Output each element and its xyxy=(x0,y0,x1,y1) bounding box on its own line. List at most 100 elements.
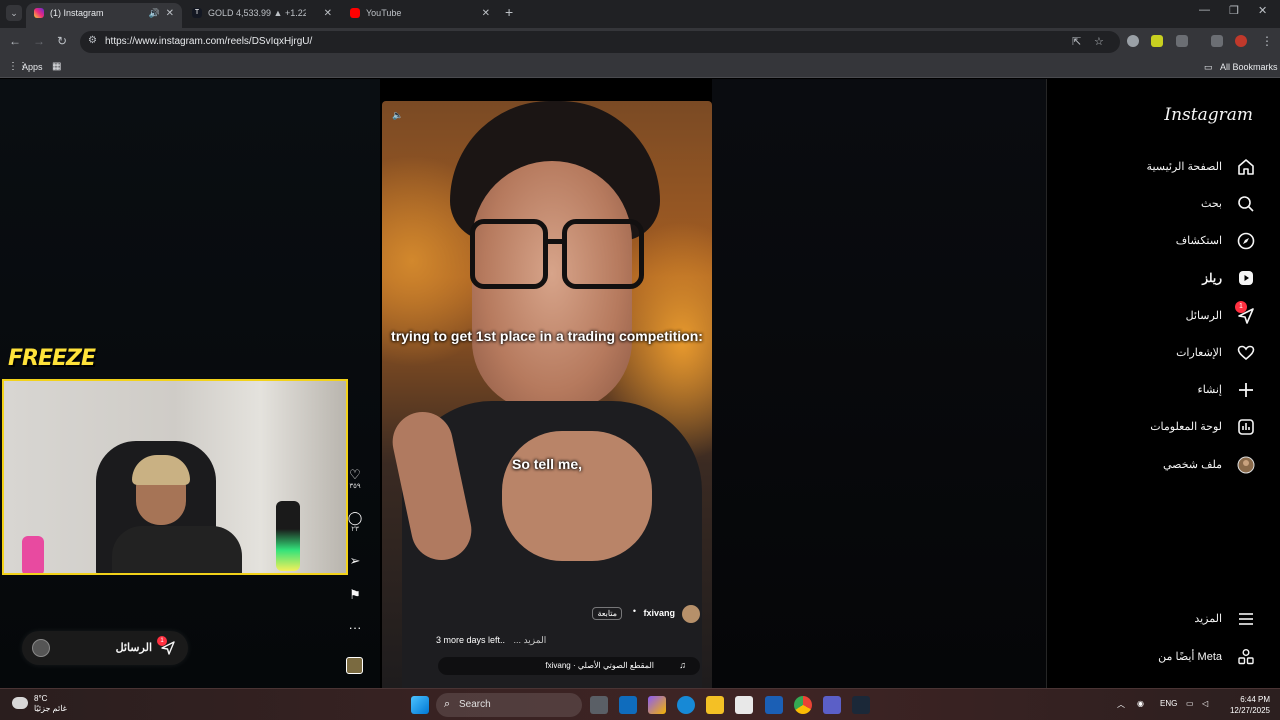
tab-youtube[interactable]: YouTube ✕ xyxy=(342,3,498,28)
sidebar-item-explore[interactable]: استكشاف xyxy=(1056,230,1256,252)
language-indicator[interactable]: ENG xyxy=(1160,699,1177,708)
tray-expand-icon[interactable]: ︿ xyxy=(1117,699,1125,710)
sidebar-item-profile[interactable]: ملف شخصي xyxy=(1056,454,1256,476)
site-info-icon[interactable]: ⚙ xyxy=(88,35,97,46)
all-bookmarks[interactable]: All Bookmarks xyxy=(1220,62,1278,72)
minimize-button[interactable]: — xyxy=(1199,4,1210,16)
save-button[interactable]: ⚑ xyxy=(344,587,366,603)
copilot-icon[interactable] xyxy=(648,696,666,714)
weather-temp: 8°C xyxy=(34,694,48,703)
audio-toggle-icon[interactable]: 🔈 xyxy=(392,110,406,124)
search-icon: ⌕ xyxy=(444,698,451,710)
sidebar-item-label: لوحة المعلومات xyxy=(1150,421,1222,433)
tab-close-icon[interactable]: ✕ xyxy=(482,3,490,24)
sidebar-item-label: أيضًا من Meta xyxy=(1158,651,1222,663)
ellipsis-icon: ··· xyxy=(348,620,362,635)
outlook-icon[interactable] xyxy=(619,696,637,714)
new-tab-button[interactable]: + xyxy=(505,4,513,20)
plus-icon xyxy=(1236,380,1256,400)
discord-tray-icon[interactable]: ◉ xyxy=(1137,699,1144,708)
address-bar[interactable]: ⚙ https://www.instagram.com/reels/DSvIqx… xyxy=(80,31,1120,53)
sidebar-item-notifications[interactable]: الإشعارات xyxy=(1056,342,1256,364)
sidebar-item-create[interactable]: إنشاء xyxy=(1056,379,1256,401)
bookmark-star-icon[interactable]: ☆ xyxy=(1094,35,1104,48)
volume-icon[interactable]: ◁ xyxy=(1202,699,1208,708)
security-shield-icon[interactable] xyxy=(765,696,783,714)
tab-instagram[interactable]: (1) Instagram 🔊 ✕ xyxy=(26,3,182,28)
search-icon xyxy=(1236,194,1256,214)
forward-button[interactable]: → xyxy=(33,34,45,48)
sidebar-item-search[interactable]: بحث xyxy=(1056,193,1256,215)
sidebar-item-label: الإشعارات xyxy=(1176,347,1222,359)
windows-taskbar: 8°C غائم جزئيًا ⌕ Search ︿ ◉ ENG ▭ ◁ 6:4… xyxy=(0,688,1280,720)
start-windows-icon[interactable] xyxy=(411,696,429,714)
system-clock[interactable]: 6:44 PM 12/27/2025 xyxy=(1230,694,1270,716)
taskbar-search-label: Search xyxy=(459,699,491,710)
notification-badge: 1 xyxy=(1235,301,1247,313)
author-avatar[interactable] xyxy=(682,605,700,623)
reload-button[interactable]: ↻ xyxy=(57,34,67,48)
steam-icon[interactable] xyxy=(852,696,870,714)
tab-close-icon[interactable]: ✕ xyxy=(166,3,174,24)
streamer-body xyxy=(112,526,242,573)
audio-track-pill[interactable]: fxivang · المقطع الصوتي الأصلي ♫ xyxy=(438,657,700,675)
sidebar-item-more[interactable]: المزيد xyxy=(1056,608,1256,630)
weather-widget[interactable]: 8°C غائم جزئيًا xyxy=(34,694,67,714)
sidebar-item-label: المزيد xyxy=(1194,613,1222,625)
task-view-icon[interactable] xyxy=(590,696,608,714)
back-button[interactable]: ← xyxy=(9,34,21,48)
sidebar-item-home[interactable]: الصفحة الرئيسية xyxy=(1056,156,1256,178)
restore-button[interactable]: ❐ xyxy=(1229,4,1239,17)
streamer-logo: FREEZE xyxy=(8,346,96,371)
taskbar-search[interactable]: ⌕ Search xyxy=(436,693,582,717)
media-controls-icon[interactable] xyxy=(1211,35,1223,47)
messages-floating-button[interactable]: الرسائل 1 xyxy=(22,631,188,665)
sidebar-item-dashboard[interactable]: لوحة المعلومات xyxy=(1056,416,1256,438)
sidebar-item-also-from-meta[interactable]: أيضًا من Meta xyxy=(1056,646,1256,668)
profile-avatar xyxy=(1236,455,1256,475)
browser-tab-bar: ⌄ (1) Instagram 🔊 ✕ T GOLD 4,533.99 ▲ +1… xyxy=(0,0,1280,28)
author-username[interactable]: fxivang xyxy=(643,608,675,618)
window-close-button[interactable]: ✕ xyxy=(1258,4,1267,17)
reel-video[interactable]: 🔈 trying to get 1st place in a trading c… xyxy=(382,101,712,688)
tab-audio-icon[interactable]: 🔊 xyxy=(149,3,160,24)
microsoft-store-icon[interactable] xyxy=(735,696,753,714)
reels-icon xyxy=(1236,268,1256,288)
audio-thumbnail[interactable] xyxy=(346,657,363,674)
sidebar-item-label: إنشاء xyxy=(1197,384,1222,396)
follow-button[interactable]: متابعة xyxy=(592,607,622,620)
profile-avatar-icon[interactable] xyxy=(1235,35,1247,47)
weather-cloud-icon[interactable] xyxy=(12,697,28,709)
file-explorer-icon[interactable] xyxy=(706,696,724,714)
instagram-page: 🔈 trying to get 1st place in a trading c… xyxy=(0,79,1280,688)
page-background xyxy=(712,79,1046,688)
network-icon[interactable]: ▭ xyxy=(1186,699,1194,708)
bookmark-apps[interactable]: Apps xyxy=(22,62,43,72)
url-text[interactable]: https://www.instagram.com/reels/DSvIqxHj… xyxy=(105,36,312,47)
install-app-icon[interactable]: ⇱ xyxy=(1072,35,1081,48)
reel-description[interactable]: 3 more days left.. ... المزيد xyxy=(436,635,546,646)
sidebar-item-messages[interactable]: الرسائل 1 xyxy=(1056,301,1256,327)
tab-close-icon[interactable]: ✕ xyxy=(324,3,332,24)
instagram-logo[interactable]: Instagram xyxy=(1164,105,1253,125)
teams-icon[interactable] xyxy=(823,696,841,714)
chrome-icon[interactable] xyxy=(794,696,812,714)
reel-author: fxivang • متابعة xyxy=(560,605,700,623)
browser-menu-icon[interactable]: ⋮ xyxy=(1261,34,1273,48)
extension-icon[interactable] xyxy=(1127,35,1139,47)
sidebar-item-label: الصفحة الرئيسية xyxy=(1146,161,1222,173)
messages-badge: 1 xyxy=(157,636,167,646)
tab-search-menu-button[interactable]: ⌄ xyxy=(6,5,22,21)
more-options-button[interactable]: ··· xyxy=(344,620,366,635)
meta-apps-icon xyxy=(1236,647,1256,667)
extension-icon[interactable] xyxy=(1151,35,1163,47)
tab-groups-icon[interactable]: ▦ xyxy=(52,61,61,72)
description-text: 3 more days left.. xyxy=(436,635,506,645)
edge-icon[interactable] xyxy=(677,696,695,714)
more-link[interactable]: ... المزيد xyxy=(514,635,547,645)
tab-gold[interactable]: T GOLD 4,533.99 ▲ +1.22% Unna ✕ xyxy=(184,3,340,28)
messages-pill-label: الرسائل xyxy=(115,642,152,654)
weather-description: غائم جزئيًا xyxy=(34,704,67,713)
extensions-puzzle-icon[interactable] xyxy=(1176,35,1188,47)
sidebar-item-reels[interactable]: ريلز xyxy=(1056,267,1256,289)
